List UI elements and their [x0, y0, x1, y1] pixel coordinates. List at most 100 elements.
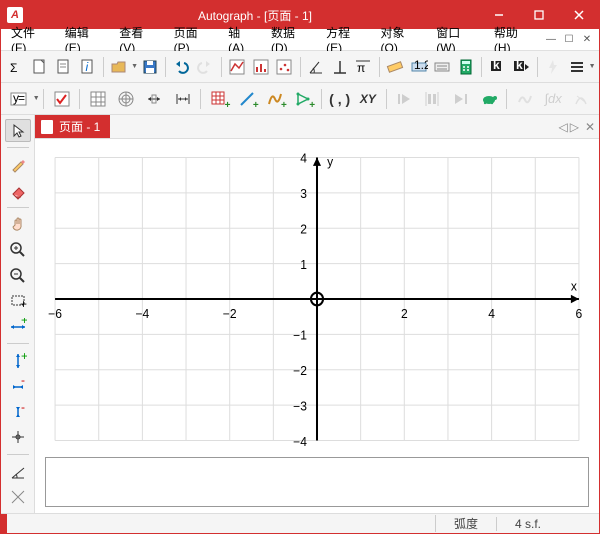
tab-close-button[interactable]: ✕: [585, 120, 595, 134]
tabstrip: 页面 - 1 ◁ ▷ ✕: [35, 115, 599, 139]
hand-tool[interactable]: [5, 213, 31, 236]
angle-icon[interactable]: [304, 54, 327, 80]
zoom-box-tool[interactable]: +: [5, 290, 31, 313]
redo-icon[interactable]: [194, 54, 217, 80]
toolbar-main: Σi ▼ π 1.23 kk ▼: [1, 51, 599, 83]
save-icon[interactable]: [139, 54, 162, 80]
curve-add-icon[interactable]: +: [262, 86, 289, 112]
svg-text:+: +: [20, 297, 27, 310]
calculator-icon[interactable]: [455, 54, 478, 80]
derivative-icon[interactable]: [568, 86, 595, 112]
svg-text:3: 3: [300, 187, 307, 201]
bolt-icon[interactable]: [542, 54, 565, 80]
svg-text:=: =: [18, 91, 25, 105]
zoom-in-tool[interactable]: [5, 239, 31, 262]
svg-text:π: π: [357, 61, 365, 75]
zoom-out-tool[interactable]: [5, 264, 31, 287]
y-equals-dropdown[interactable]: ▼: [33, 86, 39, 112]
sigma-icon[interactable]: Σ: [5, 54, 28, 80]
shrink-h-tool[interactable]: -: [5, 375, 31, 398]
tab-label: 页面 - 1: [59, 118, 100, 135]
pi-icon[interactable]: π: [352, 54, 375, 80]
svg-text:Σ: Σ: [10, 61, 17, 75]
status-accent: [1, 514, 7, 533]
grid-icon[interactable]: [84, 86, 111, 112]
svg-text:+: +: [21, 352, 27, 363]
tool-sidebar: + + + - -: [1, 115, 35, 513]
pause-icon[interactable]: [419, 86, 446, 112]
checkbox-red-icon[interactable]: [48, 86, 75, 112]
status-precision: 4 s.f.: [496, 517, 559, 531]
turtle-icon[interactable]: [475, 86, 502, 112]
svg-text:y: y: [327, 155, 334, 169]
window-title: Autograph - [页面 - 1]: [31, 7, 479, 24]
svg-text:1: 1: [300, 258, 307, 272]
status-angle-mode: 弧度: [435, 515, 496, 532]
svg-text:6: 6: [576, 307, 583, 321]
play-start-icon[interactable]: [390, 86, 417, 112]
new-page-icon[interactable]: [29, 54, 52, 80]
open-icon-dropdown[interactable]: ▼: [132, 54, 138, 80]
line-chart-icon[interactable]: [225, 54, 248, 80]
doc-close-button[interactable]: ✕: [579, 33, 595, 47]
new-plot2-icon[interactable]: [53, 54, 76, 80]
stretch-v-tool[interactable]: +: [5, 349, 31, 372]
coord-icon[interactable]: ( , ): [326, 86, 353, 112]
app-icon: A: [7, 7, 23, 23]
constant-k2-icon[interactable]: k: [510, 54, 533, 80]
scatter-icon[interactable]: [273, 54, 296, 80]
svg-text:k: k: [493, 58, 500, 72]
menubar: 文件(F) 编辑(E) 查看(V) 页面(P) 轴(A) 数据(D) 方程(E)…: [1, 29, 599, 51]
ruler-icon[interactable]: [383, 54, 406, 80]
lines-icon[interactable]: [565, 54, 588, 80]
svg-text:x: x: [571, 279, 578, 293]
home-view-tool[interactable]: [5, 426, 31, 449]
measure-tool[interactable]: [5, 460, 31, 483]
output-box[interactable]: [45, 457, 589, 507]
play-end-icon[interactable]: [447, 86, 474, 112]
dimension-tool[interactable]: [5, 486, 31, 509]
line-add-icon[interactable]: +: [233, 86, 260, 112]
constant-k1-icon[interactable]: k: [486, 54, 509, 80]
doc-minimize-button[interactable]: —: [543, 33, 559, 47]
page-icon: [41, 120, 53, 134]
statusbar: 弧度 4 s.f.: [1, 513, 599, 533]
pencil-tool[interactable]: [5, 153, 31, 176]
freehand-icon[interactable]: [511, 86, 538, 112]
svg-text:1.23: 1.23: [414, 58, 428, 72]
svg-text:−6: −6: [48, 307, 62, 321]
integral-icon[interactable]: ∫dx: [540, 86, 567, 112]
shape-add-icon[interactable]: +: [290, 86, 317, 112]
axes-range-icon[interactable]: [169, 86, 196, 112]
svg-text:+: +: [21, 318, 27, 327]
close-button[interactable]: [559, 1, 599, 29]
svg-text:−2: −2: [293, 364, 307, 378]
tab-next-button[interactable]: ▷: [570, 120, 579, 134]
svg-text:−4: −4: [135, 307, 149, 321]
open-icon[interactable]: [108, 54, 131, 80]
pointer-tool[interactable]: [5, 119, 31, 142]
polar-grid-icon[interactable]: [113, 86, 140, 112]
svg-text:4: 4: [488, 307, 495, 321]
perpendicular-icon[interactable]: [328, 54, 351, 80]
lines-icon-dropdown[interactable]: ▼: [589, 54, 595, 80]
svg-text:-: -: [21, 403, 25, 414]
table-add-icon[interactable]: +: [205, 86, 232, 112]
keyboard-icon[interactable]: [431, 54, 454, 80]
tab-page-1[interactable]: 页面 - 1: [35, 115, 110, 138]
toolbar-secondary: y=▼++++( , )XY∫dx: [1, 83, 599, 115]
display-box-icon[interactable]: 1.23: [407, 54, 430, 80]
stretch-h-tool[interactable]: +: [5, 315, 31, 338]
equal-axes-icon[interactable]: [141, 86, 168, 112]
eraser-tool[interactable]: [5, 179, 31, 202]
bar-chart-icon[interactable]: [249, 54, 272, 80]
tab-prev-button[interactable]: ◁: [558, 120, 567, 134]
shrink-v-tool[interactable]: -: [5, 400, 31, 423]
undo-icon[interactable]: [170, 54, 193, 80]
xy-icon[interactable]: XY: [354, 86, 381, 112]
page-info-icon[interactable]: i: [76, 54, 99, 80]
plot-area[interactable]: −6−4−2246−4−3−2−11234xy: [45, 147, 589, 451]
svg-text:2: 2: [300, 222, 307, 236]
y-equals-icon[interactable]: y=: [5, 86, 32, 112]
doc-maximize-button[interactable]: ☐: [561, 33, 577, 47]
